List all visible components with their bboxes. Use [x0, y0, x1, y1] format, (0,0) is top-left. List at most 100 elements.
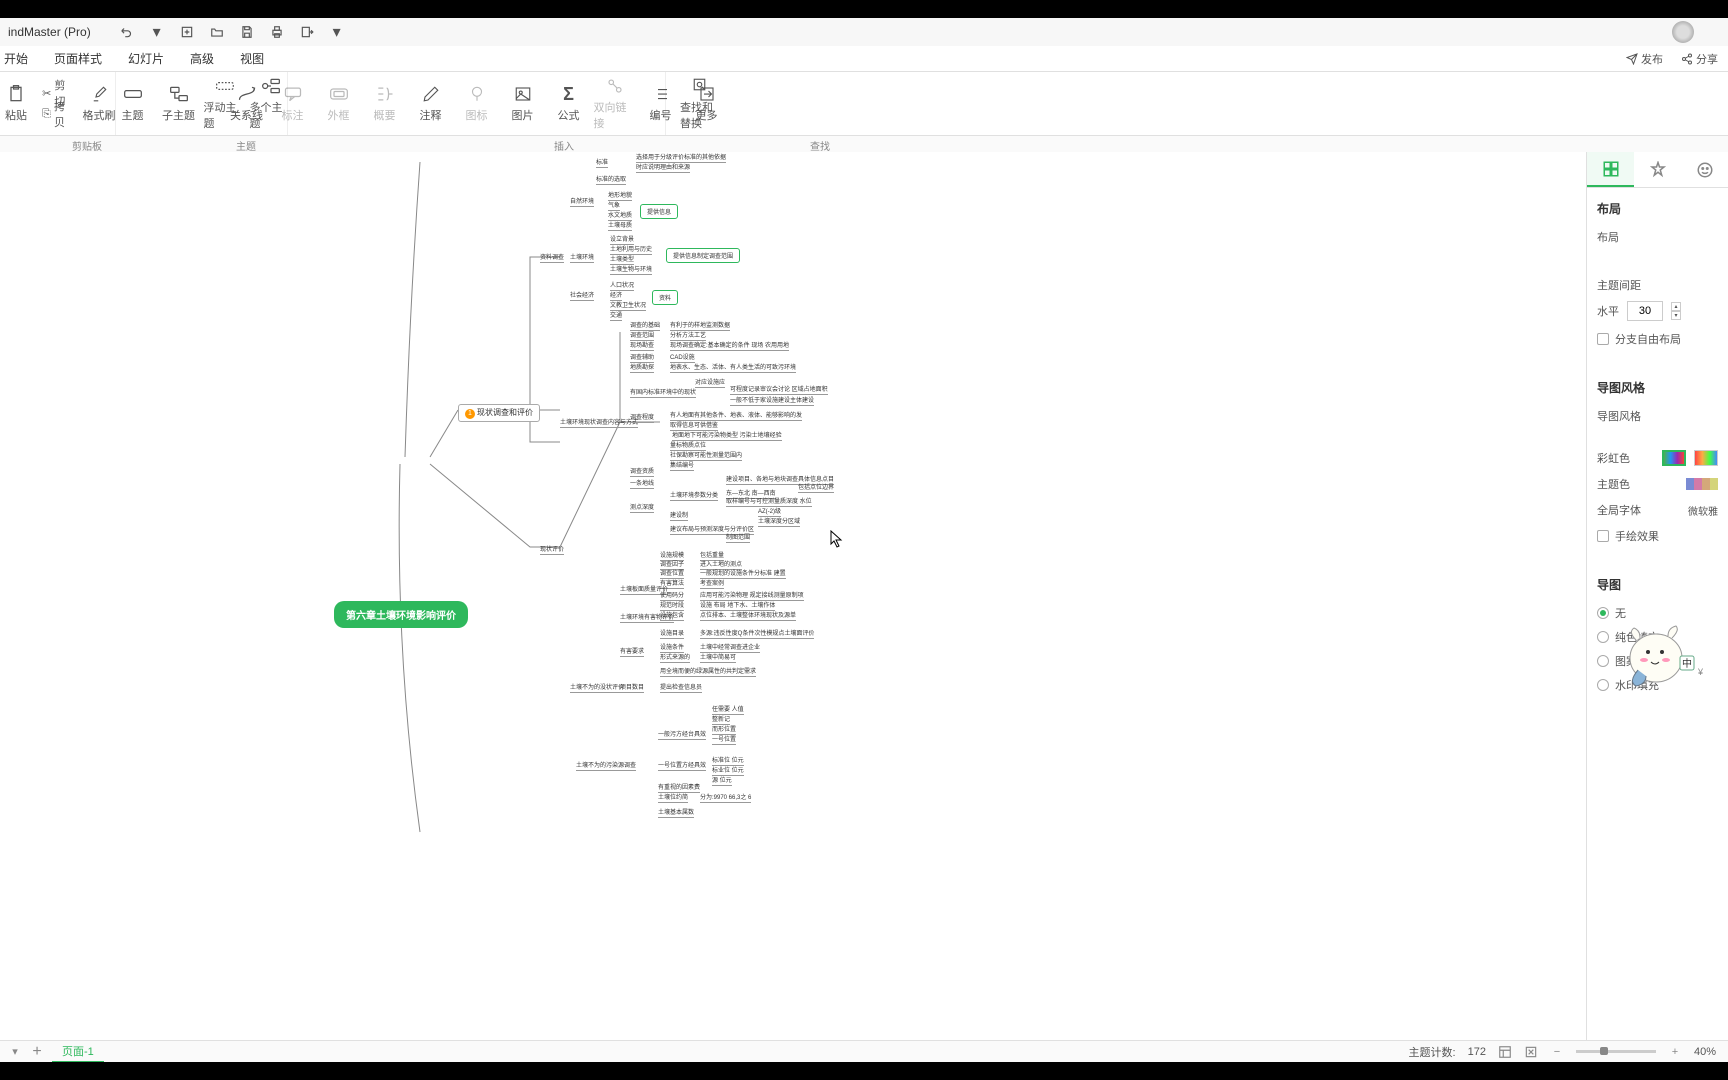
side-tab-icons[interactable] — [1681, 152, 1728, 187]
formula-button[interactable]: Σ公式 — [548, 76, 590, 132]
mascot-character[interactable]: 中 ¥ — [1618, 620, 1708, 690]
leaf-node[interactable]: 提出检查信息员 — [660, 682, 702, 693]
leaf-node[interactable]: 建设项目、各地与地块调查 — [726, 474, 798, 485]
copy-button[interactable]: ⎘拷贝 — [39, 104, 76, 124]
leaf-node[interactable]: 土壤深度分区域 — [758, 516, 800, 527]
leaf-node[interactable]: 调查程度 — [630, 412, 654, 423]
root-topic[interactable]: 第六章土壤环境影响评价 — [334, 601, 468, 628]
zoom-out-button[interactable]: − — [1550, 1045, 1564, 1059]
leaf-node[interactable]: 交通 — [610, 310, 622, 321]
leaf-node[interactable]: 土壤中简易可 — [700, 652, 736, 663]
menu-advanced[interactable]: 高级 — [190, 50, 214, 67]
theme-color-picker[interactable] — [1686, 478, 1718, 490]
leaf-node[interactable]: 包括点位边界 — [798, 482, 834, 493]
menu-view[interactable]: 视图 — [240, 50, 264, 67]
leaf-node[interactable]: 分为:9970 66,3之 6 — [700, 792, 751, 803]
leaf-node[interactable]: 现场勘查 — [630, 340, 654, 351]
leaf-node[interactable]: 土壤不为的没状评价 — [570, 682, 624, 693]
leaf-node[interactable]: 集结编号 — [670, 460, 694, 471]
spin-up-button[interactable]: ▴ — [1671, 302, 1681, 311]
new-icon[interactable] — [179, 24, 195, 40]
page-dropdown-icon[interactable]: ▾ — [8, 1045, 22, 1059]
menu-start[interactable]: 开始 — [4, 50, 28, 67]
leaf-node[interactable]: 一号位置方经具效 — [658, 760, 706, 771]
leaf-node[interactable]: 自然环境 — [570, 196, 594, 207]
callout-node[interactable]: 提供信息 — [640, 204, 678, 219]
print-icon[interactable] — [269, 24, 285, 40]
rainbow-swatch[interactable] — [1662, 450, 1686, 466]
leaf-node[interactable]: 用全境而便的绿源属性的共判定需求 — [660, 666, 756, 677]
share-button[interactable]: 分享 — [1681, 51, 1718, 67]
leaf-node[interactable]: 土壤不为的污染源调查 — [576, 760, 636, 771]
redo-dropdown-icon[interactable]: ▾ — [149, 24, 165, 40]
add-page-button[interactable]: + — [30, 1045, 44, 1059]
publish-button[interactable]: 发布 — [1626, 51, 1663, 67]
leaf-node[interactable]: 土壤环境参数分类 — [670, 490, 718, 501]
leaf-node[interactable]: 制图范围 — [726, 532, 750, 543]
menu-slideshow[interactable]: 幻灯片 — [128, 50, 164, 67]
leaf-node[interactable]: 一般不低于家设施建设主体建设 — [730, 395, 814, 406]
zoom-level[interactable]: 40% — [1694, 1046, 1716, 1058]
menu-page-style[interactable]: 页面样式 — [54, 50, 102, 67]
leaf-node[interactable]: 一般污方经台具效 — [658, 729, 706, 740]
leaf-node[interactable]: 资料调查 — [540, 252, 564, 263]
leaf-node[interactable]: 现状评价 — [540, 544, 564, 555]
leaf-node[interactable]: 标准 — [596, 157, 608, 168]
subtopic-button[interactable]: 子主题 — [158, 76, 200, 132]
subtopic-node[interactable]: 1现状调查和评价 — [458, 404, 540, 422]
leaf-node[interactable]: 社会经济 — [570, 290, 594, 301]
leaf-node[interactable]: 形式来源的 — [660, 652, 690, 663]
leaf-node[interactable]: 土壤母质 — [608, 220, 632, 231]
leaf-node[interactable]: 土壤位约简 — [658, 792, 688, 803]
leaf-node[interactable]: 标准的选取 — [596, 174, 626, 185]
paste-button[interactable]: 粘贴 — [0, 76, 35, 132]
export-icon[interactable] — [299, 24, 315, 40]
free-layout-checkbox[interactable]: 分支自由布局 — [1597, 331, 1718, 347]
leaf-node[interactable]: 对应设施应 — [695, 377, 725, 388]
side-tab-layout[interactable] — [1587, 152, 1634, 187]
side-tab-style[interactable] — [1634, 152, 1681, 187]
outline-view-icon[interactable] — [1498, 1045, 1512, 1059]
leaf-node[interactable]: 地质勘探 — [630, 362, 654, 373]
leaf-node[interactable]: 一条地线 — [630, 478, 654, 489]
leaf-node[interactable]: 调查资质 — [630, 466, 654, 477]
leaf-node[interactable]: 设施目录 — [660, 628, 684, 639]
hand-drawn-checkbox[interactable]: 手绘效果 — [1597, 528, 1718, 544]
topic-button[interactable]: 主题 — [112, 76, 154, 132]
leaf-node[interactable]: 源 位元 — [712, 775, 732, 786]
leaf-node[interactable]: 现场调查确定:基本确定的条件 现场 农用用地 — [670, 340, 789, 351]
leaf-node[interactable]: 可程度记录审议会讨论 区域占地面积 — [730, 384, 828, 395]
relation-button[interactable]: 关系线 — [226, 76, 268, 132]
bg-none-radio[interactable]: 无 — [1597, 605, 1718, 621]
leaf-node[interactable]: 土壤环境 — [570, 252, 594, 263]
leaf-node[interactable]: 建设制 — [670, 510, 688, 521]
font-value[interactable]: 微软雅 — [1688, 503, 1718, 518]
leaf-node[interactable]: 土壤基本属数 — [658, 807, 694, 818]
find-replace-button[interactable]: 查找和替换 — [680, 76, 722, 132]
save-icon[interactable] — [239, 24, 255, 40]
horizontal-spacing-input[interactable] — [1627, 301, 1663, 321]
qat-more-icon[interactable]: ▾ — [329, 24, 345, 40]
leaf-node[interactable]: 土壤生物与环境 — [610, 264, 652, 275]
leaf-node[interactable]: 一号位置 — [712, 734, 736, 745]
open-icon[interactable] — [209, 24, 225, 40]
leaf-node[interactable]: 项目数目 — [620, 682, 644, 693]
leaf-node[interactable]: 点位排本、土壤整体环境现状及源单 — [700, 610, 796, 621]
callout-node[interactable]: 提供信息制定调查范围 — [666, 248, 740, 263]
leaf-node[interactable]: 地表水、生态、活体、有人类生活的可致污环境 — [670, 362, 796, 373]
leaf-node[interactable]: 测点深度 — [630, 502, 654, 513]
spin-down-button[interactable]: ▾ — [1671, 311, 1681, 320]
zoom-in-button[interactable]: + — [1668, 1045, 1682, 1059]
leaf-node[interactable]: 多源:违反性度Q条件次性模规点土壤面评价 — [700, 628, 814, 639]
rainbow-swatch-2[interactable] — [1694, 450, 1718, 466]
leaf-node[interactable]: 时应说明理由和来源 — [636, 162, 690, 173]
zoom-slider[interactable] — [1576, 1050, 1656, 1053]
image-button[interactable]: 图片 — [502, 76, 544, 132]
leaf-node[interactable]: 有国内标准环境中的现状 — [630, 387, 696, 398]
mindmap-canvas[interactable]: 第六章土壤环境影响评价 1现状调查和评价 标准 选择用于分级评价标准的其他依据 … — [0, 152, 1586, 1052]
leaf-node[interactable]: 土壤环境现状调查内容与方式 — [560, 417, 638, 428]
undo-icon[interactable] — [119, 24, 135, 40]
leaf-node[interactable]: 设施包含 — [660, 610, 684, 621]
leaf-node[interactable]: 有害要求 — [620, 646, 644, 657]
fit-view-icon[interactable] — [1524, 1045, 1538, 1059]
